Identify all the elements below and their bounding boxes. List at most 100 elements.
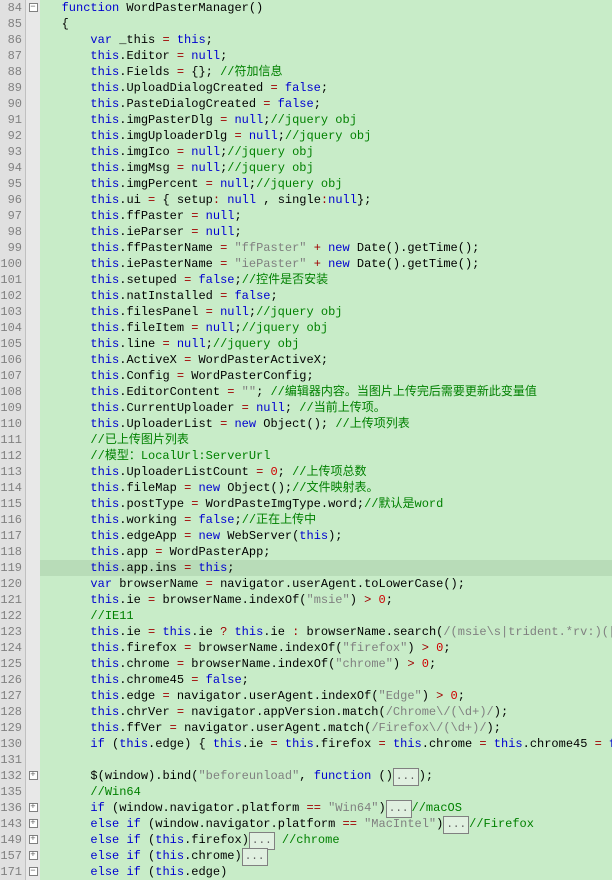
fold-cell[interactable]: + — [26, 848, 40, 864]
fold-cell[interactable] — [26, 528, 40, 544]
fold-cell[interactable] — [26, 144, 40, 160]
fold-cell[interactable] — [26, 272, 40, 288]
fold-cell[interactable] — [26, 448, 40, 464]
fold-cell[interactable] — [26, 592, 40, 608]
fold-cell[interactable] — [26, 48, 40, 64]
code-line[interactable]: this.ffVer = navigator.userAgent.match(/… — [40, 720, 612, 736]
fold-cell[interactable] — [26, 224, 40, 240]
fold-cell[interactable] — [26, 496, 40, 512]
code-line[interactable]: this.edgeApp = new WebServer(this); — [40, 528, 612, 544]
fold-plus-icon[interactable]: + — [29, 803, 38, 812]
code-line[interactable]: this.Fields = {}; //符加信息 — [40, 64, 612, 80]
fold-cell[interactable] — [26, 608, 40, 624]
code-line[interactable]: this.PasteDialogCreated = false; — [40, 96, 612, 112]
fold-cell[interactable] — [26, 288, 40, 304]
fold-cell[interactable] — [26, 368, 40, 384]
code-line[interactable]: if (window.navigator.platform == "Win64"… — [40, 800, 612, 816]
fold-cell[interactable] — [26, 544, 40, 560]
fold-cell[interactable] — [26, 160, 40, 176]
code-line[interactable]: this.edge = navigator.userAgent.indexOf(… — [40, 688, 612, 704]
code-line[interactable]: this.UploaderList = new Object(); //上传项列… — [40, 416, 612, 432]
code-line[interactable]: this.postType = WordPasteImgType.word;//… — [40, 496, 612, 512]
fold-cell[interactable]: + — [26, 816, 40, 832]
code-area[interactable]: function WordPasterManager() { var _this… — [40, 0, 612, 880]
code-line[interactable]: this.imgMsg = null;//jquery obj — [40, 160, 612, 176]
code-line[interactable]: var browserName = navigator.userAgent.to… — [40, 576, 612, 592]
code-line[interactable]: this.ieParser = null; — [40, 224, 612, 240]
fold-cell[interactable] — [26, 192, 40, 208]
fold-cell[interactable] — [26, 784, 40, 800]
code-line[interactable]: this.fileItem = null;//jquery obj — [40, 320, 612, 336]
fold-cell[interactable]: + — [26, 832, 40, 848]
fold-cell[interactable] — [26, 16, 40, 32]
fold-cell[interactable] — [26, 64, 40, 80]
code-line[interactable]: this.UploaderListCount = 0; //上传项总数 — [40, 464, 612, 480]
code-line[interactable]: this.EditorContent = ""; //编辑器内容。当图片上传完后… — [40, 384, 612, 400]
code-line[interactable]: this.fileMap = new Object();//文件映射表。 — [40, 480, 612, 496]
code-line[interactable]: this.chrVer = navigator.appVersion.match… — [40, 704, 612, 720]
code-line[interactable]: //Win64 — [40, 784, 612, 800]
fold-cell[interactable] — [26, 560, 40, 576]
fold-ellipsis[interactable]: ... — [242, 848, 268, 866]
code-line[interactable]: this.ffPasterName = "ffPaster" + new Dat… — [40, 240, 612, 256]
fold-plus-icon[interactable]: + — [29, 771, 38, 780]
code-line[interactable]: //已上传图片列表 — [40, 432, 612, 448]
code-line[interactable]: //模型：LocalUrl:ServerUrl — [40, 448, 612, 464]
code-line[interactable]: this.firefox = browserName.indexOf("fire… — [40, 640, 612, 656]
code-line[interactable]: this.ffPaster = null; — [40, 208, 612, 224]
code-line[interactable]: var _this = this; — [40, 32, 612, 48]
fold-ellipsis[interactable]: ... — [443, 816, 469, 834]
code-line[interactable]: this.app.ins = this; — [40, 560, 612, 576]
fold-cell[interactable] — [26, 176, 40, 192]
fold-cell[interactable] — [26, 432, 40, 448]
code-line[interactable]: this.Editor = null; — [40, 48, 612, 64]
code-line[interactable]: this.ui = { setup: null , single:null}; — [40, 192, 612, 208]
code-line[interactable]: this.chrome45 = false; — [40, 672, 612, 688]
fold-cell[interactable] — [26, 128, 40, 144]
code-line[interactable] — [40, 752, 612, 768]
fold-cell[interactable] — [26, 96, 40, 112]
code-line[interactable]: this.imgIco = null;//jquery obj — [40, 144, 612, 160]
code-line[interactable]: this.UploadDialogCreated = false; — [40, 80, 612, 96]
code-line[interactable]: function WordPasterManager() — [40, 0, 612, 16]
fold-column[interactable]: − + + + + + − — [26, 0, 40, 880]
code-line[interactable]: this.working = false;//正在上传中 — [40, 512, 612, 528]
code-line[interactable]: this.setuped = false;//控件是否安装 — [40, 272, 612, 288]
fold-minus-icon[interactable]: − — [29, 867, 38, 876]
fold-plus-icon[interactable]: + — [29, 835, 38, 844]
code-line[interactable]: else if (this.chrome)... — [40, 848, 612, 864]
code-editor[interactable]: 8485868788899091929394959697989910010110… — [0, 0, 612, 880]
fold-cell[interactable] — [26, 112, 40, 128]
fold-cell[interactable] — [26, 512, 40, 528]
fold-cell[interactable] — [26, 624, 40, 640]
code-line[interactable]: this.imgPasterDlg = null;//jquery obj — [40, 112, 612, 128]
fold-cell[interactable] — [26, 80, 40, 96]
code-line[interactable]: this.ie = this.ie ? this.ie : browserNam… — [40, 624, 612, 640]
code-line[interactable]: this.iePasterName = "iePaster" + new Dat… — [40, 256, 612, 272]
fold-cell[interactable] — [26, 688, 40, 704]
fold-cell[interactable] — [26, 576, 40, 592]
fold-cell[interactable]: − — [26, 864, 40, 880]
code-line[interactable]: else if (window.navigator.platform == "M… — [40, 816, 612, 832]
code-line[interactable]: this.imgPercent = null;//jquery obj — [40, 176, 612, 192]
fold-cell[interactable]: + — [26, 800, 40, 816]
fold-cell[interactable] — [26, 416, 40, 432]
fold-cell[interactable] — [26, 400, 40, 416]
code-line[interactable]: else if (this.edge) — [40, 864, 612, 880]
fold-cell[interactable] — [26, 736, 40, 752]
code-line[interactable]: this.line = null;//jquery obj — [40, 336, 612, 352]
fold-plus-icon[interactable]: + — [29, 819, 38, 828]
code-line[interactable]: this.filesPanel = null;//jquery obj — [40, 304, 612, 320]
fold-ellipsis[interactable]: ... — [393, 768, 419, 786]
fold-cell[interactable] — [26, 320, 40, 336]
fold-cell[interactable] — [26, 304, 40, 320]
fold-cell[interactable] — [26, 480, 40, 496]
code-line[interactable]: this.ActiveX = WordPasterActiveX; — [40, 352, 612, 368]
fold-cell[interactable]: − — [26, 0, 40, 16]
fold-minus-icon[interactable]: − — [29, 3, 38, 12]
code-line[interactable]: this.Config = WordPasterConfig; — [40, 368, 612, 384]
code-line[interactable]: if (this.edge) { this.ie = this.firefox … — [40, 736, 612, 752]
code-line[interactable]: this.app = WordPasterApp; — [40, 544, 612, 560]
code-line[interactable]: this.natInstalled = false; — [40, 288, 612, 304]
fold-cell[interactable] — [26, 656, 40, 672]
